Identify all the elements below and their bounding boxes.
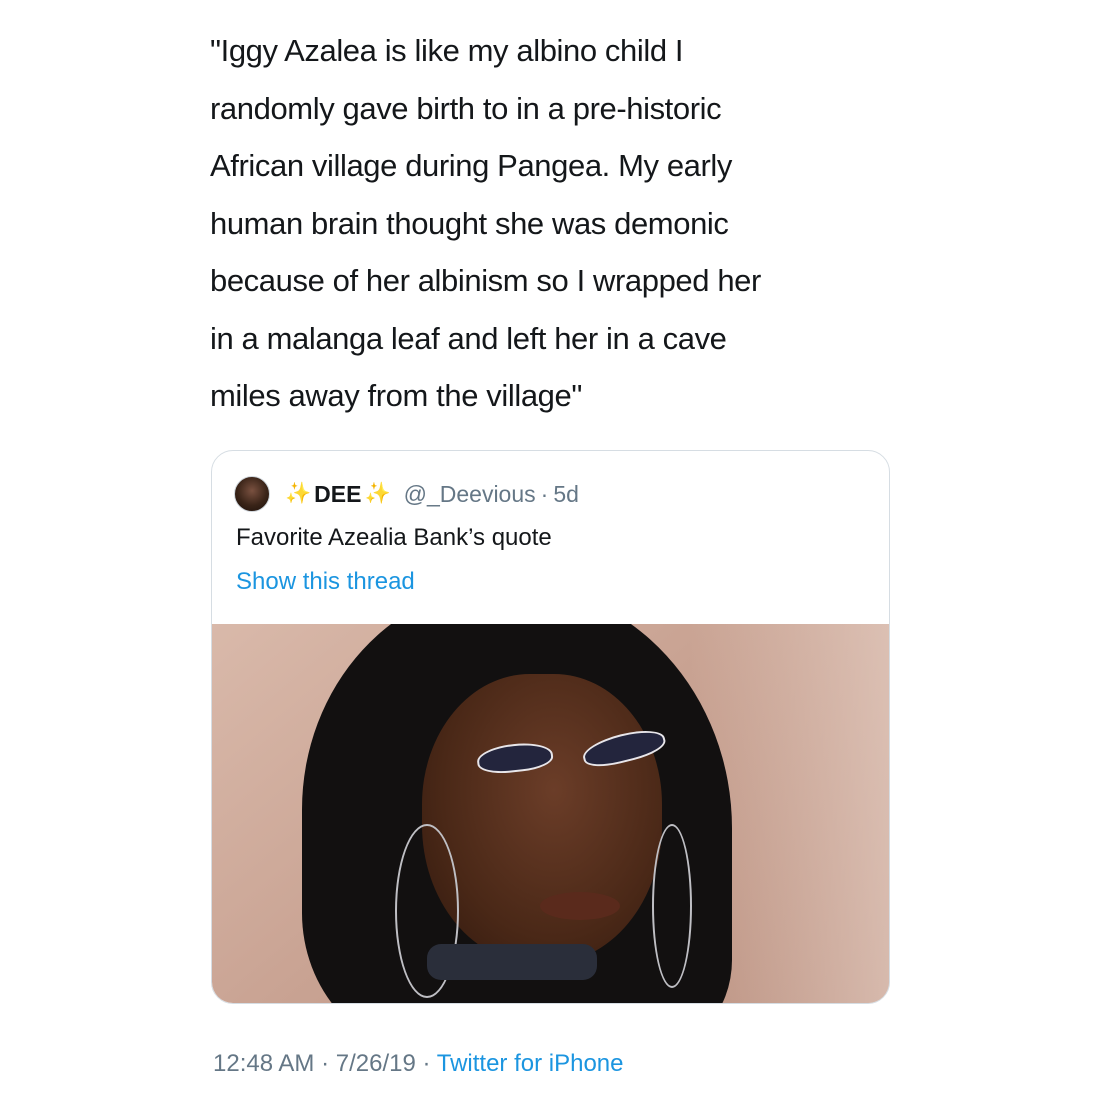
sparkle-icon: ✨ xyxy=(285,482,312,505)
tweet-source-link[interactable]: Twitter for iPhone xyxy=(437,1050,624,1077)
tweet-text-line: because of her albinism so I wrapped her xyxy=(210,263,761,298)
tweet-text-line: human brain thought she was demonic xyxy=(210,205,729,241)
photo-earring xyxy=(652,824,692,988)
separator-dot: · xyxy=(540,480,549,507)
tweet-photo[interactable] xyxy=(212,624,889,1003)
tweet-timestamp: 12:48 AM · 7/26/19 · Twitter for iPhone xyxy=(213,1050,623,1078)
tweet-text: "Iggy Azalea is like my albino child I r… xyxy=(210,22,900,425)
tweet-text-line: "Iggy Azalea is like my albino child I xyxy=(210,33,684,68)
photo-choker xyxy=(427,944,597,980)
avatar-icon[interactable] xyxy=(234,476,270,512)
tweet-text-line: miles away from the village" xyxy=(210,378,582,413)
tweet-text-line: in a malanga leaf and left her in a cave xyxy=(210,320,727,356)
user-handle[interactable]: @_Deevious xyxy=(404,481,536,508)
tweet-time[interactable]: 12:48 AM xyxy=(213,1050,314,1077)
tweet-text-line: randomly gave birth to in a pre-historic xyxy=(210,90,722,126)
tweet-text-line: African village during Pangea. My early xyxy=(210,148,733,183)
quoted-tweet-header: ✨ DEE ✨ @_Deevious · 5d xyxy=(234,476,579,512)
time-ago[interactable]: 5d xyxy=(553,481,579,508)
quoted-tweet-text: Favorite Azealia Bank’s quote xyxy=(236,524,552,551)
quoted-tweet-card[interactable]: ✨ DEE ✨ @_Deevious · 5d Favorite Azealia… xyxy=(211,450,890,1004)
photo-lips xyxy=(540,892,620,920)
separator-dot: · xyxy=(422,1050,431,1077)
tweet-date[interactable]: 7/26/19 xyxy=(336,1050,416,1077)
separator-dot: · xyxy=(321,1050,330,1077)
display-name[interactable]: DEE xyxy=(314,481,361,508)
show-thread-link[interactable]: Show this thread xyxy=(236,568,415,596)
sparkle-icon: ✨ xyxy=(364,482,391,505)
